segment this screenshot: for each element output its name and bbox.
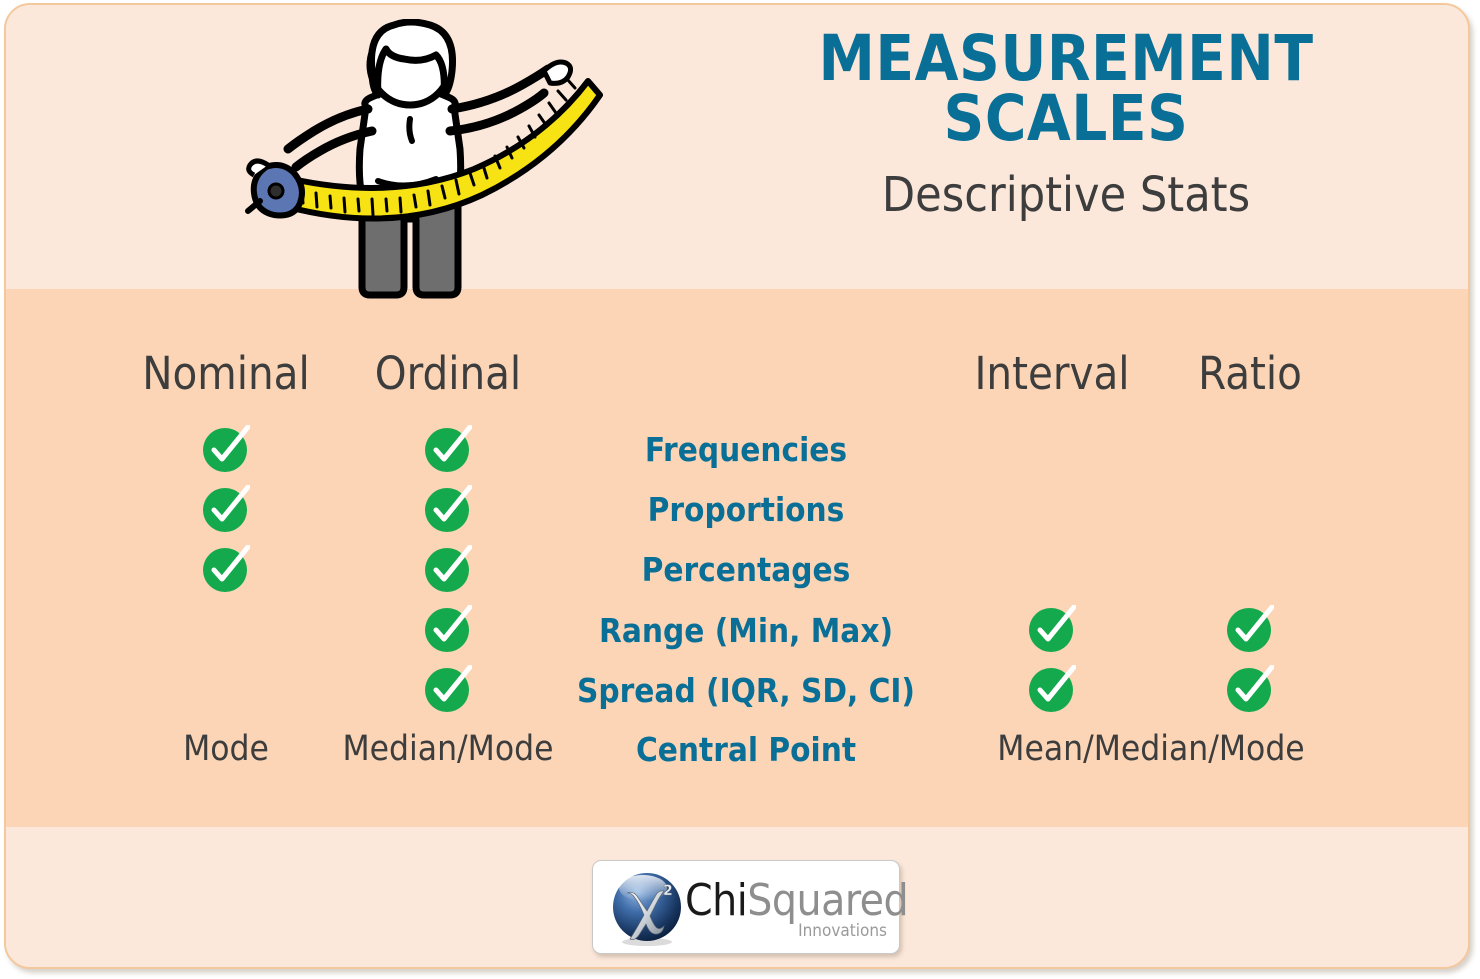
check-icon-ordinal-spread	[424, 664, 473, 713]
row-label-spread: Spread (IQR, SD, CI)	[577, 671, 915, 710]
logo-name-part-1: Chi	[685, 875, 748, 926]
infographic-card: MEASUREMENT SCALES Descriptive Stats Nom…	[4, 3, 1470, 969]
check-icon-ordinal-percentages	[424, 544, 473, 593]
check-icon-ratio-range	[1226, 604, 1275, 653]
check-icon-interval-range	[1028, 604, 1077, 653]
measurement-scales-table: Nominal Ordinal Interval Ratio Frequenci…	[6, 289, 1468, 827]
check-icon-nominal-frequencies	[202, 424, 251, 473]
logo-name-part-2: Squared	[747, 875, 909, 926]
chi-squared-sphere-icon: 2	[609, 871, 685, 947]
row-label-percentages: Percentages	[641, 550, 851, 589]
column-header-nominal: Nominal	[142, 347, 310, 400]
check-icon-ordinal-proportions	[424, 484, 473, 533]
row-label-central-point: Central Point	[635, 730, 857, 769]
column-header-ratio: Ratio	[1198, 347, 1302, 400]
check-icon-ratio-spread	[1226, 664, 1275, 713]
check-icon-nominal-proportions	[202, 484, 251, 533]
summary-ordinal: Median/Mode	[342, 729, 554, 769]
title-block: MEASUREMENT SCALES Descriptive Stats	[796, 22, 1336, 223]
summary-nominal: Mode	[183, 729, 269, 769]
chisquared-innovations-logo[interactable]: 2 ChiSquared Innovations	[592, 860, 909, 954]
check-icon-ordinal-frequencies	[424, 424, 473, 473]
logo-name: ChiSquared	[685, 875, 909, 926]
row-label-frequencies: Frequencies	[644, 430, 848, 469]
logo-tagline: Innovations	[798, 921, 887, 941]
svg-text:2: 2	[663, 883, 673, 899]
summary-interval-ratio: Mean/Median/Mode	[997, 729, 1305, 769]
row-label-proportions: Proportions	[647, 490, 845, 529]
logo-wordmark: ChiSquared Innovations	[685, 873, 909, 943]
check-icon-ordinal-range	[424, 604, 473, 653]
column-header-ordinal: Ordinal	[374, 347, 522, 400]
row-label-range: Range (Min, Max)	[598, 611, 894, 650]
page-subtitle: Descriptive Stats	[881, 166, 1251, 223]
check-icon-nominal-percentages	[202, 544, 251, 593]
check-icon-interval-spread	[1028, 664, 1077, 713]
page-title: MEASUREMENT SCALES	[818, 22, 1314, 155]
person-with-tape-measure-illustration	[244, 18, 614, 301]
